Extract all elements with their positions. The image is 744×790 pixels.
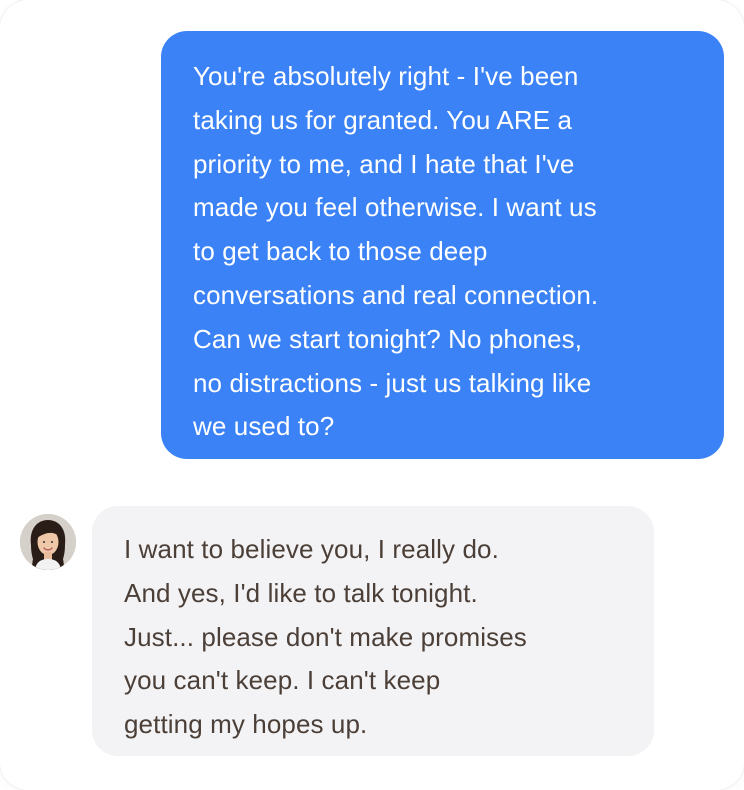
message-text-line: no distractions - just us talking like <box>193 367 592 398</box>
message-text-line: conversations and real connection. <box>193 279 599 310</box>
message-text-line: you can't keep. I can't keep <box>124 665 441 696</box>
message-text-line: And yes, I'd like to talk tonight. <box>124 577 478 608</box>
message-text-line: Just... please don't make promises <box>124 621 527 652</box>
message-text-line: You're absolutely right - I've been <box>193 61 579 91</box>
partner-avatar[interactable] <box>20 514 76 570</box>
chat-conversation: You're absolutely right - I've been taki… <box>0 0 744 790</box>
message-text-line: getting my hopes up. <box>124 709 368 740</box>
outgoing-message-bubble[interactable]: You're absolutely right - I've been taki… <box>161 31 724 459</box>
incoming-message-bubble[interactable]: I want to believe you, I really do. And … <box>92 506 654 756</box>
message-text-line: priority to me, and I hate that I've <box>193 148 575 179</box>
message-text-line: taking us for granted. You ARE a <box>193 104 573 135</box>
message-text-line: I want to believe you, I really do. <box>124 534 499 564</box>
profile-photo-avatar-icon <box>20 514 76 570</box>
outgoing-message-row: You're absolutely right - I've been taki… <box>161 31 724 459</box>
message-text-line: Can we start tonight? No phones, <box>193 323 583 354</box>
message-text-line: made you feel otherwise. I want us <box>193 192 597 223</box>
message-text-line: to get back to those deep <box>193 236 488 267</box>
message-text-line: we used to? <box>193 411 335 442</box>
incoming-message-row: I want to believe you, I really do. And … <box>20 506 660 756</box>
